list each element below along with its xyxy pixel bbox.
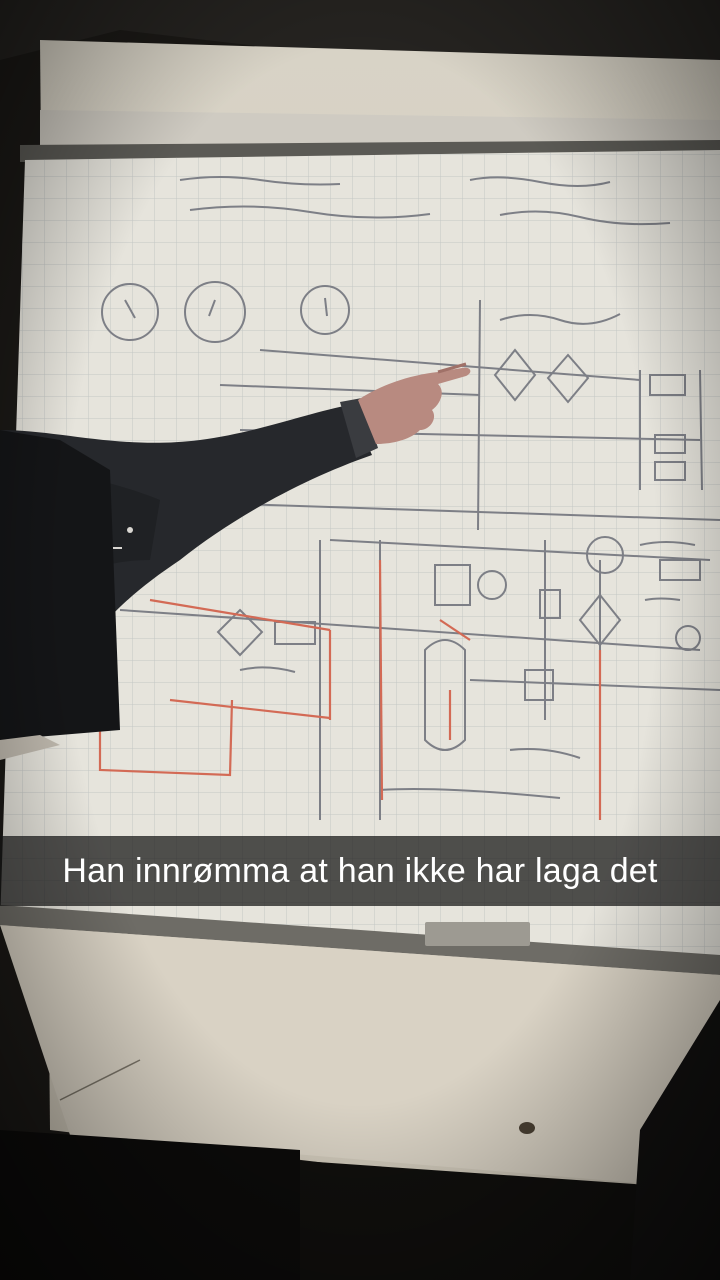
snapshot-photo: Han innrømma at han ikke har laga det (0, 0, 720, 1280)
caption-bar: Han innrømma at han ikke har laga det (0, 836, 720, 906)
whiteboard-photo (0, 0, 720, 1280)
caption-text: Han innrømma at han ikke har laga det (62, 851, 658, 890)
